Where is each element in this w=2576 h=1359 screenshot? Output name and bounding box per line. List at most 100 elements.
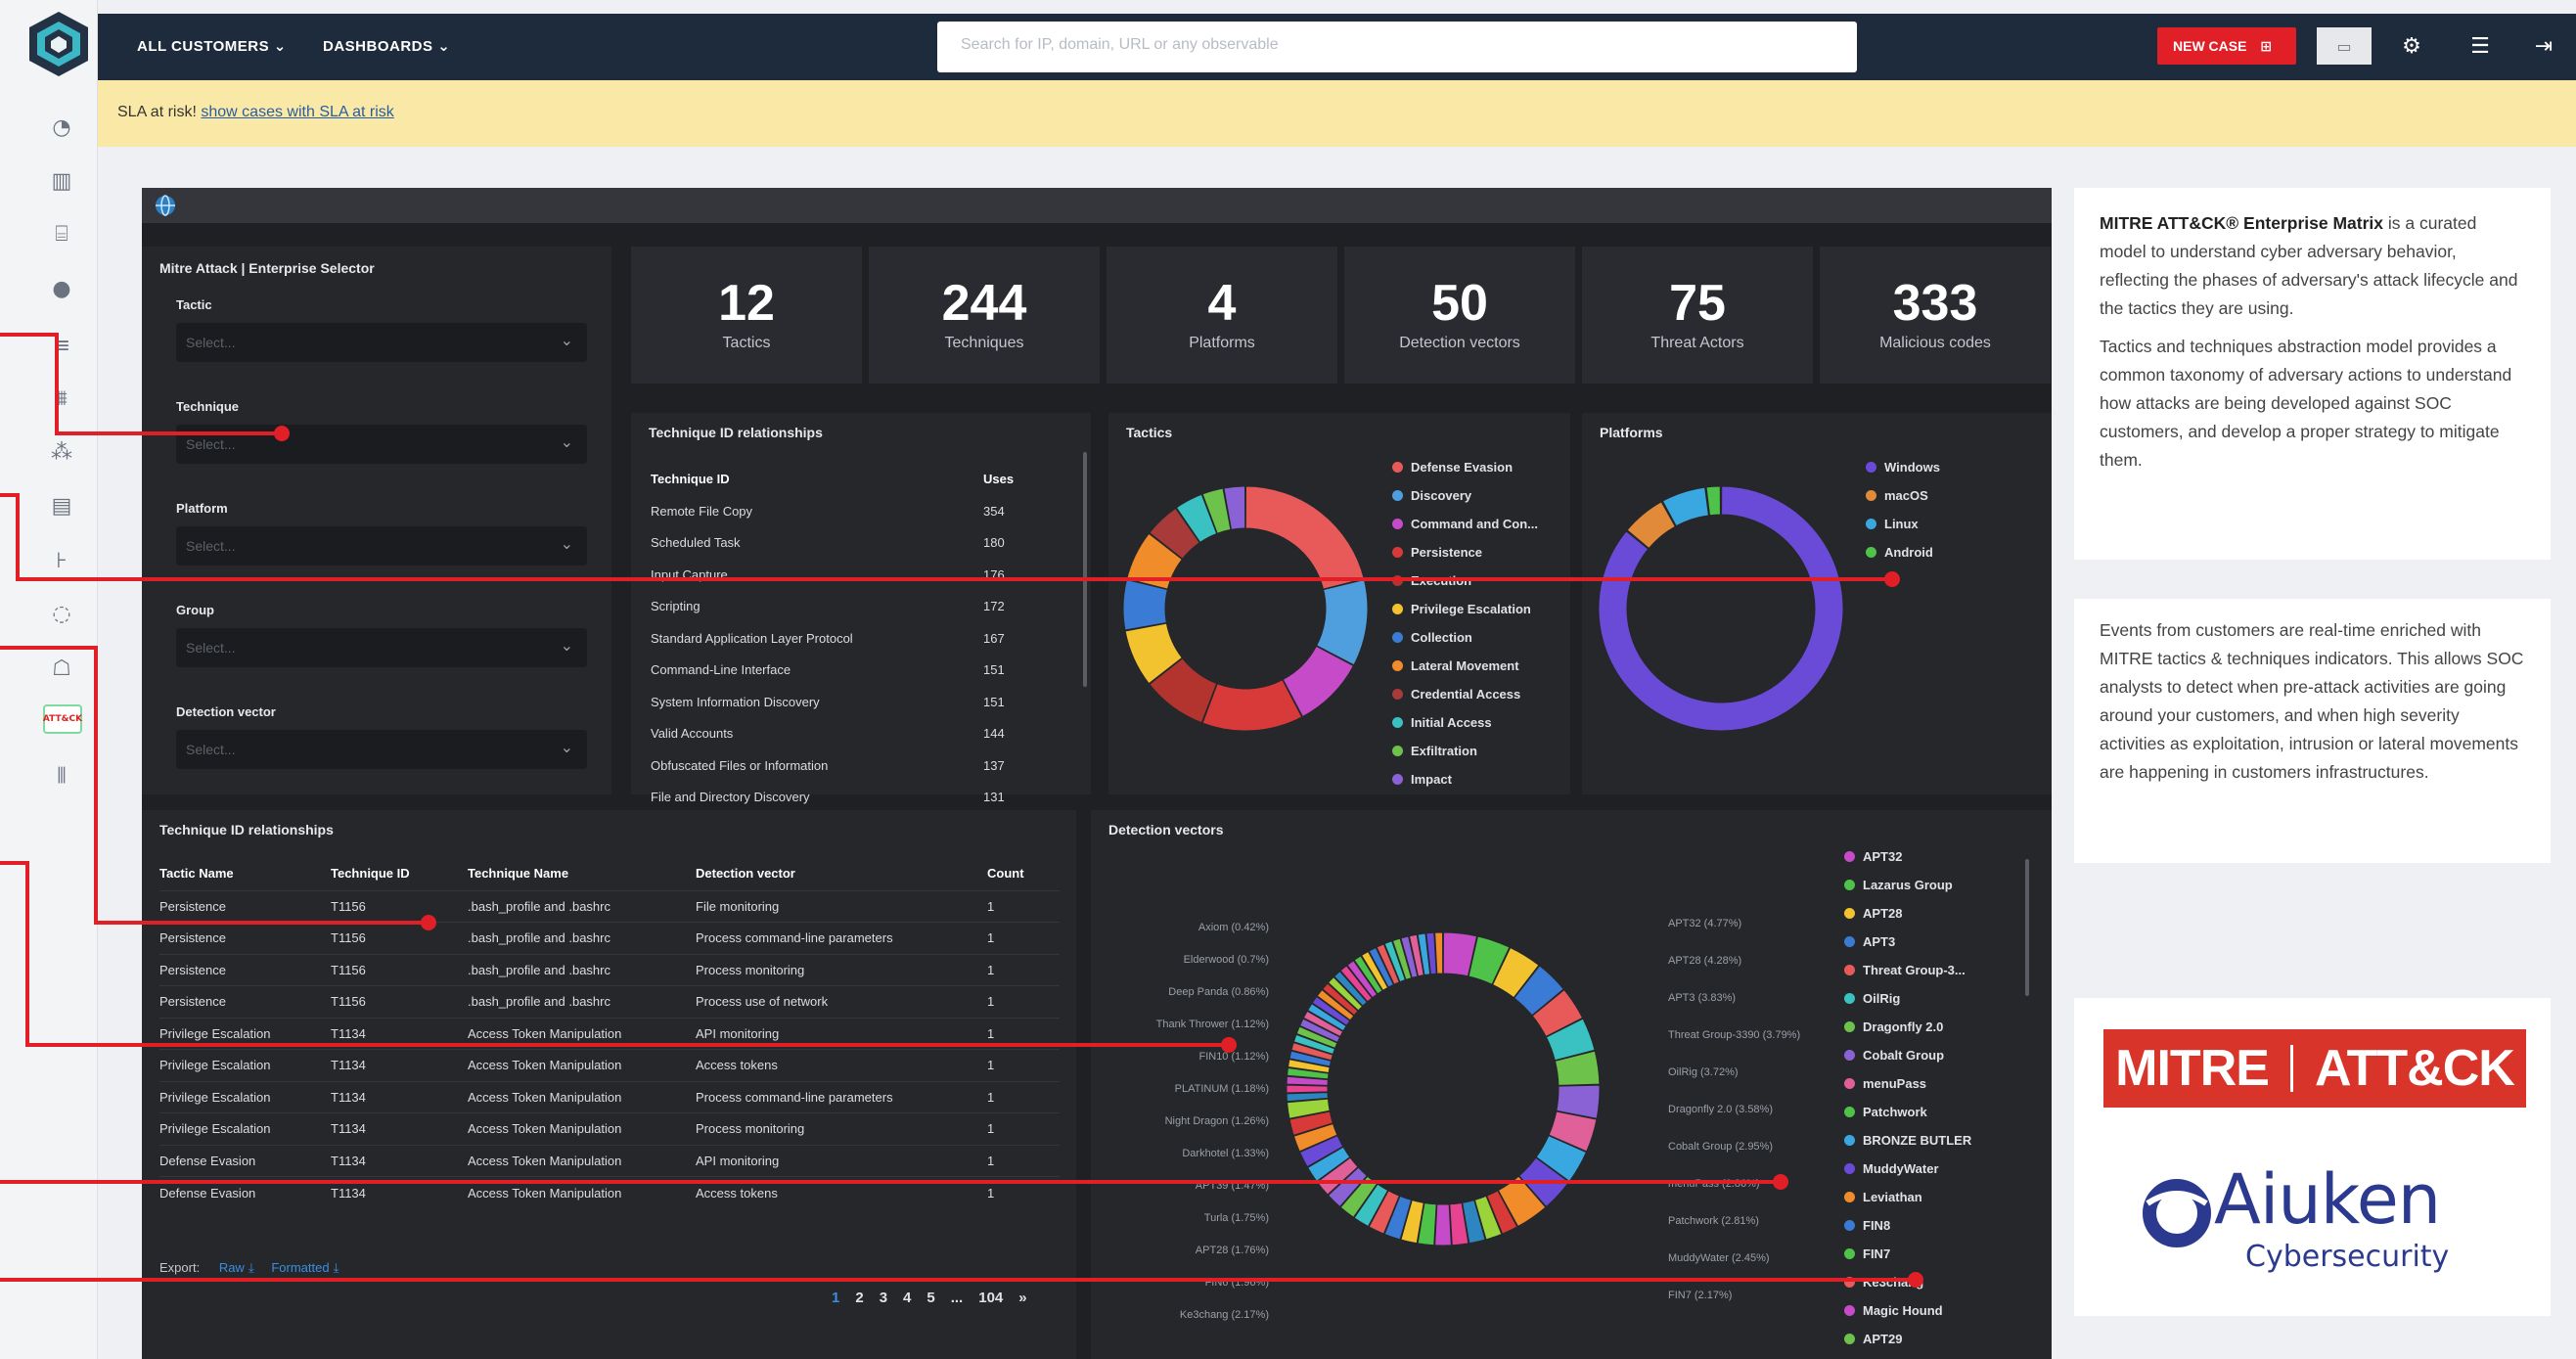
table-row[interactable]: Persistence T1156 .bash_profile and .bashr… xyxy=(159,954,1060,986)
scrollbar[interactable] xyxy=(2025,859,2029,996)
legend-item[interactable]: Lazarus Group xyxy=(1844,878,1953,892)
donut-slice[interactable] xyxy=(1434,1203,1452,1246)
platform-select[interactable]: Select... ⌄ xyxy=(176,526,587,566)
trash-icon[interactable]: ▥ xyxy=(47,166,76,196)
new-case-button[interactable]: NEW CASE ⊞ xyxy=(2157,27,2296,65)
page-link[interactable]: 1 xyxy=(832,1290,839,1306)
inbox-icon[interactable]: ⌸ xyxy=(47,219,76,249)
globe-icon[interactable] xyxy=(154,194,177,217)
table-row[interactable]: Privilege Escalation T1134 Access Token Ma… xyxy=(159,1081,1060,1113)
technique-select[interactable]: Select... ⌄ xyxy=(176,425,587,464)
page-link[interactable]: 5 xyxy=(926,1290,934,1306)
export-formatted-link[interactable]: Formatted xyxy=(271,1260,329,1275)
legend-item[interactable]: Cobalt Group xyxy=(1844,1048,1944,1063)
document-icon[interactable]: ▤ xyxy=(47,491,76,521)
legend-item[interactable]: Impact xyxy=(1392,772,1452,787)
gear-icon[interactable]: ⚙ xyxy=(2392,27,2431,65)
table-row[interactable]: Obfuscated Files or Information 137 xyxy=(651,749,1032,782)
table-row[interactable]: Persistence T1156 .bash_profile and .bashr… xyxy=(159,890,1060,923)
legend-item[interactable]: APT29 xyxy=(1844,1332,1902,1346)
donut-slice[interactable] xyxy=(1287,1084,1329,1094)
legend-item[interactable]: Defense Evasion xyxy=(1392,460,1513,475)
table-row[interactable]: File and Directory Discovery 131 xyxy=(651,782,1032,814)
table-row[interactable]: Persistence T1156 .bash_profile and .bashr… xyxy=(159,985,1060,1019)
table-row[interactable]: Persistence T1156 .bash_profile and .bashr… xyxy=(159,922,1060,955)
sliders-icon[interactable]: ☰ xyxy=(2461,27,2500,65)
legend-item[interactable]: Exfiltration xyxy=(1392,744,1477,758)
logout-icon[interactable]: ⇥ xyxy=(2524,27,2563,65)
sla-link[interactable]: show cases with SLA at risk xyxy=(201,104,393,120)
legend-item[interactable]: BRONZE BUTLER xyxy=(1844,1133,1971,1148)
donut-slice[interactable] xyxy=(1201,679,1303,732)
column-header[interactable]: Technique Name xyxy=(468,857,696,890)
detection-vector-select[interactable]: Select... ⌄ xyxy=(176,730,587,769)
legend-item[interactable]: Dragonfly 2.0 xyxy=(1844,1019,1943,1034)
table-row[interactable]: Valid Accounts 144 xyxy=(651,718,1032,750)
legend-item[interactable]: menuPass xyxy=(1844,1076,1926,1091)
page-link[interactable]: 4 xyxy=(903,1290,911,1306)
column-header[interactable]: Detection vector xyxy=(696,857,987,890)
legend-item[interactable]: Linux xyxy=(1866,517,1919,531)
legend-item[interactable]: Persistence xyxy=(1392,545,1482,560)
legend-item[interactable]: APT28 xyxy=(1844,906,1902,921)
dashboards-menu[interactable]: DASHBOARDS ⌄ xyxy=(323,37,450,55)
page-link[interactable]: 3 xyxy=(880,1290,887,1306)
customers-menu[interactable]: ALL CUSTOMERS ⌄ xyxy=(137,37,287,55)
table-row[interactable]: Scripting 172 xyxy=(651,591,1032,623)
app-logo[interactable] xyxy=(27,10,90,78)
filter-icon[interactable]: ⩩ xyxy=(47,384,76,413)
donut-slice[interactable] xyxy=(1244,485,1365,590)
workflow-icon[interactable]: ⊦ xyxy=(47,546,76,575)
table-row[interactable]: Defense Evasion T1134 Access Token Manipul… xyxy=(159,1145,1060,1177)
legend-item[interactable]: Magic Hound xyxy=(1844,1303,1943,1318)
table-row[interactable]: Command-Line Interface 151 xyxy=(651,655,1032,687)
column-header[interactable]: Count xyxy=(987,857,1060,890)
legend-item[interactable]: Collection xyxy=(1392,630,1472,645)
legend-item[interactable]: Leviathan xyxy=(1844,1190,1922,1204)
page-link[interactable]: ... xyxy=(951,1290,964,1306)
column-header[interactable]: Tactic Name xyxy=(159,857,331,890)
table-row[interactable]: System Information Discovery 151 xyxy=(651,686,1032,718)
legend-item[interactable]: OilRig xyxy=(1844,991,1900,1006)
legend-item[interactable]: Initial Access xyxy=(1392,715,1492,730)
network-icon[interactable]: ⁂ xyxy=(47,437,76,467)
table-row[interactable]: Remote File Copy 354 xyxy=(651,495,1032,527)
column-header[interactable]: Uses xyxy=(983,462,1032,495)
legend-item[interactable]: Command and Con... xyxy=(1392,517,1538,531)
legend-item[interactable]: FIN7 xyxy=(1844,1246,1890,1261)
legend-item[interactable]: Threat Group-3... xyxy=(1844,963,1966,977)
panel-toggle-button[interactable]: ▭ xyxy=(2317,27,2372,65)
legend-item[interactable]: Lateral Movement xyxy=(1392,658,1519,673)
mitre-attack-nav[interactable]: ATT&CK xyxy=(43,704,82,734)
legend-item[interactable]: Privilege Escalation xyxy=(1392,602,1531,616)
legend-item[interactable]: macOS xyxy=(1866,488,1928,503)
column-header[interactable]: Technique ID xyxy=(651,462,983,495)
tactic-select[interactable]: Select... ⌄ xyxy=(176,323,587,362)
legend-item[interactable]: APT32 xyxy=(1844,849,1902,864)
legend-item[interactable]: FIN8 xyxy=(1844,1218,1890,1233)
export-raw-link[interactable]: Raw xyxy=(219,1260,245,1275)
alert-icon[interactable]: ● xyxy=(47,274,76,303)
legend-item[interactable]: MuddyWater xyxy=(1844,1161,1939,1176)
table-row[interactable]: Scheduled Task 180 xyxy=(651,527,1032,560)
group-select[interactable]: Select... ⌄ xyxy=(176,628,587,667)
table-row[interactable]: Standard Application Layer Protocol 167 xyxy=(651,622,1032,655)
page-link[interactable]: » xyxy=(1018,1290,1026,1306)
legend-item[interactable]: Windows xyxy=(1866,460,1940,475)
legend-item[interactable]: Android xyxy=(1866,545,1933,560)
analytics-icon[interactable]: ⫴ xyxy=(47,761,76,791)
page-link[interactable]: 104 xyxy=(978,1290,1003,1306)
legend-item[interactable]: Credential Access xyxy=(1392,687,1520,702)
legend-item[interactable]: Patchwork xyxy=(1844,1105,1927,1119)
table-row[interactable]: Privilege Escalation T1134 Access Token Ma… xyxy=(159,1112,1060,1146)
refresh-icon[interactable]: ◌ xyxy=(47,599,76,628)
table-row[interactable]: Input Capture 176 xyxy=(651,559,1032,591)
legend-item[interactable]: Discovery xyxy=(1392,488,1471,503)
page-link[interactable]: 2 xyxy=(855,1290,863,1306)
dashboard-icon[interactable]: ◔ xyxy=(47,113,76,142)
scrollbar[interactable] xyxy=(1083,452,1087,687)
column-header[interactable]: Technique ID xyxy=(331,857,468,890)
bug-icon[interactable]: ☖ xyxy=(47,654,76,683)
table-row[interactable]: Privilege Escalation T1134 Access Token Ma… xyxy=(159,1049,1060,1082)
search-input[interactable]: Search for IP, domain, URL or any observ… xyxy=(937,22,1857,72)
